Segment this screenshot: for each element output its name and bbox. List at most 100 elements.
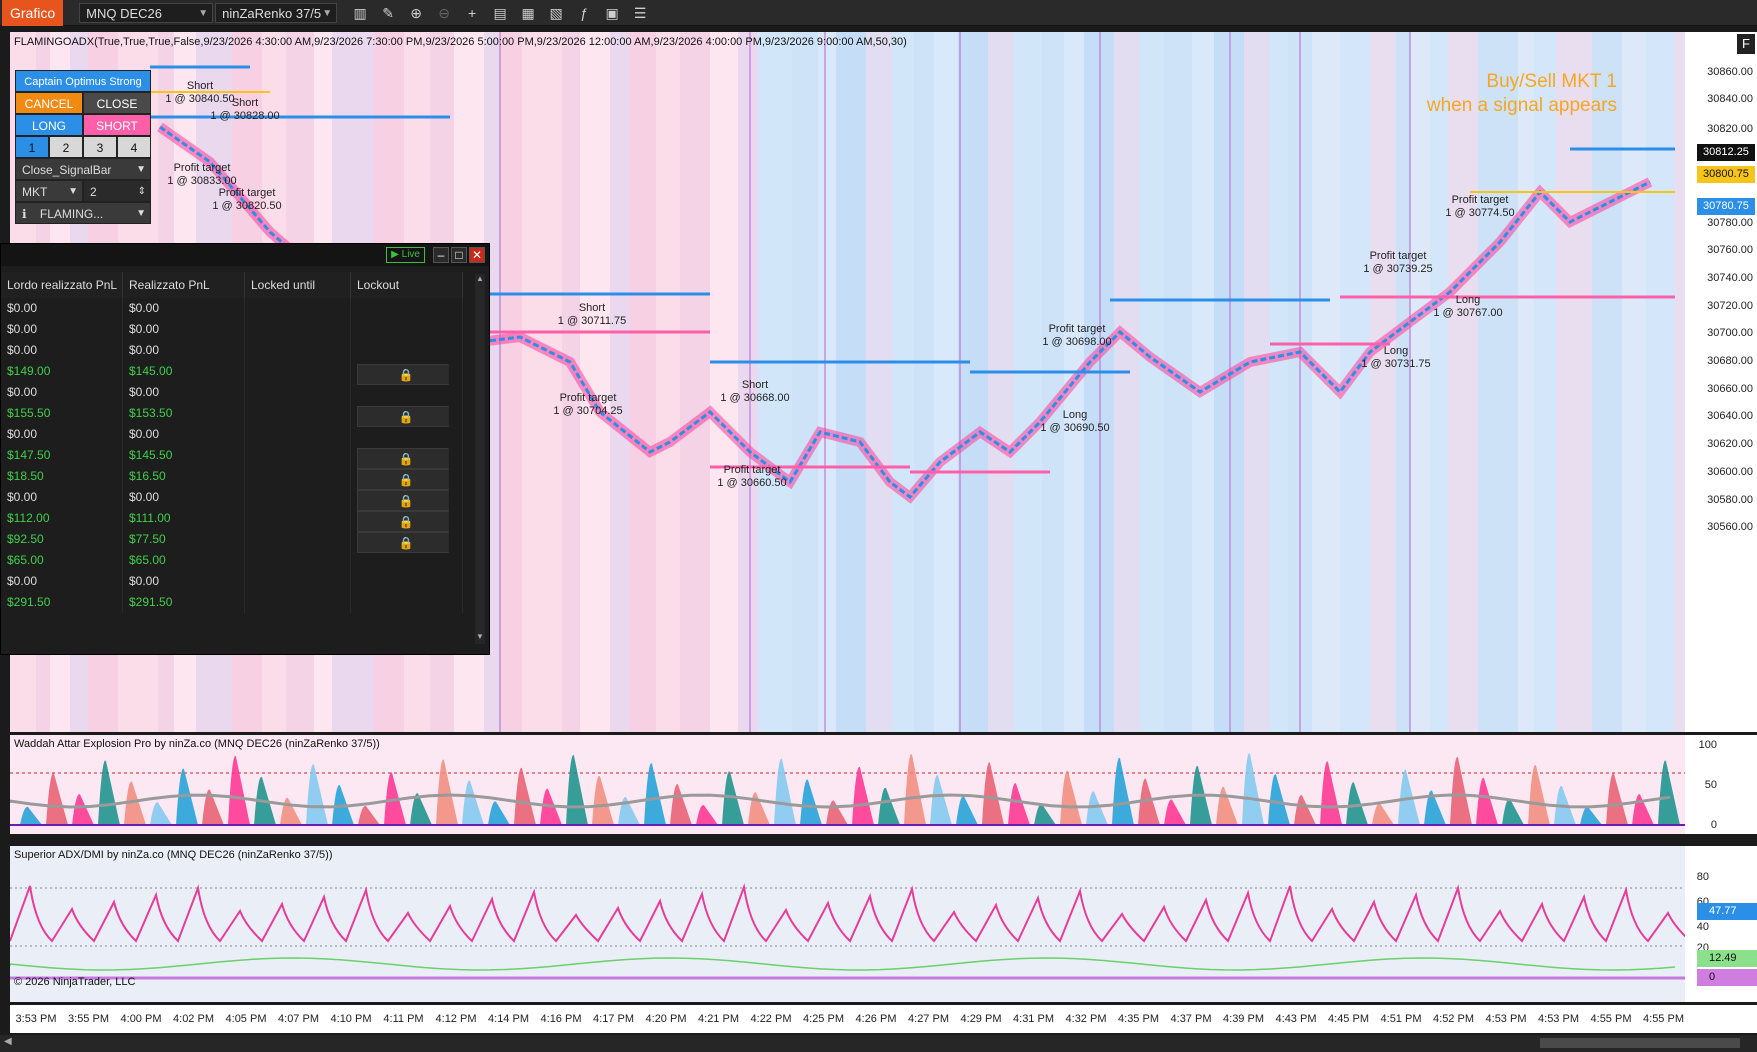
buysell-line1: Buy/Sell MKT 1: [1486, 71, 1617, 92]
strategy-icon[interactable]: ▧: [545, 3, 567, 23]
background-band: [630, 32, 656, 732]
table-row[interactable]: $18.50 $16.50 🔒: [1, 466, 477, 490]
time-tick-label: 3:55 PM: [68, 1013, 109, 1025]
window-titlebar[interactable]: ▶ Live – □ ✕: [1, 244, 489, 266]
table-row[interactable]: $92.50 $77.50 🔒: [1, 529, 477, 553]
menu-icon[interactable]: ☰: [629, 3, 651, 23]
close-icon[interactable]: ✕: [469, 247, 485, 263]
time-tick-label: 4:29 PM: [960, 1013, 1002, 1025]
order-type-dropdown[interactable]: MKT ▼: [15, 180, 83, 202]
time-tick-label: 4:17 PM: [593, 1013, 634, 1025]
annotation-type: Profit target: [173, 162, 231, 174]
table-row[interactable]: $155.50 $153.50 🔒: [1, 403, 477, 427]
locked-until-cell: [245, 550, 351, 571]
price-tick-label: 30560.00: [1707, 521, 1753, 533]
strategy-name-button[interactable]: Captain Optimus Strong: [15, 70, 151, 92]
net-pnl-cell: $65.00: [123, 550, 245, 571]
tab-1[interactable]: 1: [15, 136, 49, 158]
table-row[interactable]: $0.00 $0.00: [1, 571, 477, 592]
scroll-up-icon[interactable]: ▲: [475, 274, 485, 286]
corner-label[interactable]: F: [1737, 34, 1755, 54]
price-axis[interactable]: F 30860.00 30840.00 30820.00 30780.00 30760.…: [1685, 32, 1757, 732]
instrument-selector[interactable]: MNQ DEC26 ▼: [79, 2, 214, 23]
minimize-icon[interactable]: –: [433, 247, 449, 263]
table-row[interactable]: $0.00 $0.00: [1, 424, 477, 445]
gross-pnl-cell: $149.00: [1, 361, 123, 382]
background-band: [500, 32, 522, 732]
table-row[interactable]: $0.00 $0.00: [1, 340, 477, 361]
signal-mode-value: Close_SignalBar: [22, 163, 112, 177]
properties-icon[interactable]: ▣: [601, 3, 623, 23]
annotation-type: Profit target: [218, 187, 276, 199]
background-band: [1042, 32, 1064, 732]
column-header[interactable]: Lockout: [351, 272, 463, 298]
table-row[interactable]: $0.00 $0.00 🔒: [1, 487, 477, 511]
info-icon[interactable]: ℹ: [22, 207, 27, 221]
table-row[interactable]: $291.50 $291.50: [1, 592, 477, 613]
waddah-axis[interactable]: 100 50 0: [1685, 735, 1757, 834]
chart-trader-icon[interactable]: ▦: [517, 3, 539, 23]
stepper-arrows-icon[interactable]: ⇕: [138, 181, 146, 203]
lockout-cell: [351, 340, 463, 361]
indicator-dropdown[interactable]: ℹ FLAMING... ▼: [15, 202, 151, 224]
time-axis[interactable]: 3:53 PM 3:55 PM 4:00 PM 4:02 PM 4:05 PM 4:07 …: [10, 1005, 1685, 1033]
cancel-button[interactable]: CANCEL: [15, 92, 83, 114]
chevron-down-icon: ▼: [136, 164, 146, 175]
adx-plot: [10, 846, 1685, 1002]
bar-type-selector[interactable]: ninZaRenko 37/5 ▼: [215, 2, 338, 23]
time-tick-label: 4:35 PM: [1118, 1013, 1159, 1025]
table-row[interactable]: $149.00 $145.00 🔒: [1, 361, 477, 385]
annotation-price: 1 @ 30698.00: [1042, 336, 1112, 348]
signal-mode-dropdown[interactable]: Close_SignalBar ▼: [15, 158, 151, 180]
table-row[interactable]: $0.00 $0.00: [1, 382, 477, 403]
annotation-price: 1 @ 30660.50: [717, 477, 787, 489]
table-row[interactable]: $65.00 $65.00: [1, 550, 477, 571]
column-header[interactable]: Realizzato PnL: [123, 272, 245, 298]
close-button[interactable]: CLOSE: [83, 92, 151, 114]
scrollbar-thumb[interactable]: [1540, 1038, 1740, 1048]
zoom-out-icon[interactable]: ⊖: [433, 3, 455, 23]
gross-pnl-cell: $112.00: [1, 508, 123, 529]
table-row[interactable]: $0.00 $0.00: [1, 298, 477, 319]
column-header[interactable]: Lordo realizzato PnL: [1, 272, 123, 298]
scroll-down-icon[interactable]: ▼: [475, 632, 485, 644]
time-tick-label: 4:55 PM: [1643, 1013, 1684, 1025]
scroll-left-icon[interactable]: ◀: [4, 1036, 12, 1047]
vertical-scrollbar[interactable]: ▲ ▼: [475, 274, 485, 644]
adx-panel[interactable]: Superior ADX/DMI by ninZa.co (MNQ DEC26 …: [10, 846, 1685, 1002]
table-row[interactable]: $147.50 $145.50 🔒: [1, 445, 477, 469]
column-header[interactable]: Locked until: [245, 272, 351, 298]
waddah-panel[interactable]: Waddah Attar Explosion Pro by ninZa.co (…: [10, 735, 1685, 834]
horizontal-scrollbar[interactable]: ◀: [0, 1035, 1757, 1052]
indicator-icon[interactable]: ƒ: [573, 3, 595, 23]
time-tick-label: 4:37 PM: [1170, 1013, 1212, 1025]
quantity-stepper[interactable]: 2 ⇕: [83, 180, 151, 202]
locked-until-cell: [245, 403, 351, 424]
adx-axis[interactable]: 80 60 40 20 47.77 12.49 0: [1685, 846, 1757, 1002]
live-badge[interactable]: ▶ Live: [386, 247, 425, 263]
zoom-in-icon[interactable]: ⊕: [405, 3, 427, 23]
maximize-icon[interactable]: □: [451, 247, 467, 263]
net-pnl-cell: $0.00: [123, 319, 245, 340]
lockout-cell: [351, 550, 463, 571]
pencil-icon[interactable]: ✎: [377, 3, 399, 23]
app-label[interactable]: Grafico: [2, 0, 64, 26]
tab-2[interactable]: 2: [49, 136, 83, 158]
background-band: [934, 32, 958, 732]
background-band: [1114, 32, 1140, 732]
background-band: [1518, 32, 1534, 732]
tab-3[interactable]: 3: [83, 136, 117, 158]
table-row[interactable]: $112.00 $111.00 🔒: [1, 508, 477, 532]
time-tick-label: 4:45 PM: [1328, 1013, 1369, 1025]
locked-until-cell: [245, 445, 351, 466]
bar-chart-icon[interactable]: ▥: [349, 3, 371, 23]
data-box-icon[interactable]: ▤: [489, 3, 511, 23]
long-button[interactable]: LONG: [15, 114, 83, 136]
tab-4[interactable]: 4: [117, 136, 151, 158]
short-button[interactable]: SHORT: [83, 114, 151, 136]
background-band: [680, 32, 710, 732]
crosshair-icon[interactable]: +: [461, 3, 483, 23]
pnl-window[interactable]: ▶ Live – □ ✕ Lordo realizzato PnL Realiz…: [0, 243, 490, 655]
lockout-cell: 🔒: [351, 487, 463, 511]
table-row[interactable]: $0.00 $0.00: [1, 319, 477, 340]
